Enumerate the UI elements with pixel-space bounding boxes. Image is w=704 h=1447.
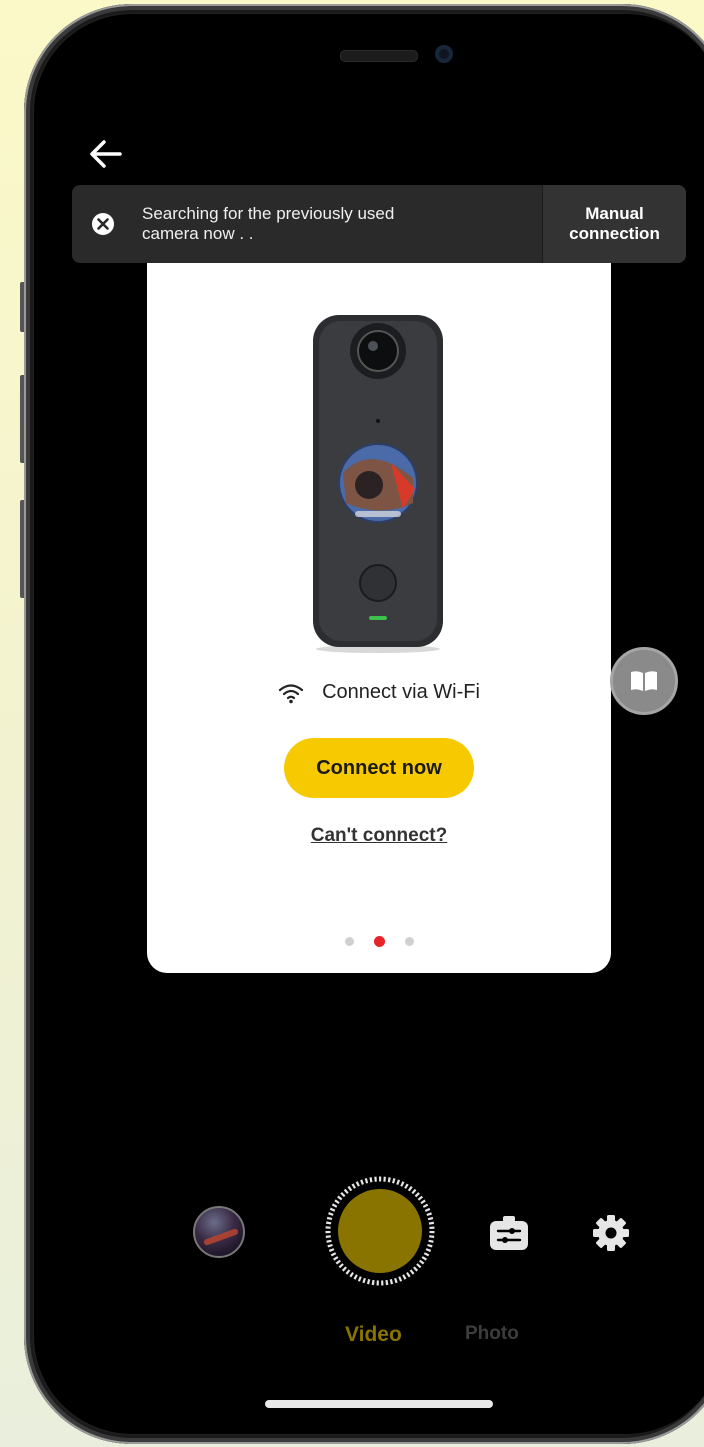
shutter-button[interactable]: [325, 1176, 435, 1286]
wifi-icon: [278, 683, 304, 703]
book-icon: [631, 671, 657, 691]
connect-now-button[interactable]: Connect now: [284, 738, 474, 798]
wifi-row: Connect via Wi-Fi: [147, 681, 611, 704]
speaker-grille: [340, 50, 418, 62]
front-camera: [435, 45, 453, 63]
page-dot[interactable]: [404, 937, 414, 946]
page-dot-active[interactable]: [373, 936, 385, 947]
page-dot[interactable]: [344, 937, 354, 946]
thumbnail-image-detail: [203, 1228, 239, 1246]
page-indicator: [147, 936, 611, 947]
guide-button[interactable]: [610, 647, 678, 715]
wifi-label: Connect via Wi-Fi: [322, 681, 480, 703]
banner-message: Searching for the previously used camera…: [142, 204, 395, 243]
search-banner: Searching for the previously used camera…: [72, 185, 686, 263]
manual-connection-button[interactable]: Manual connection: [543, 185, 686, 263]
gallery-thumbnail[interactable]: [193, 1206, 245, 1258]
gear-icon[interactable]: [590, 1212, 632, 1254]
sliders-icon[interactable]: [488, 1215, 530, 1251]
camera-image: [313, 315, 443, 653]
arrow-left-icon[interactable]: [86, 134, 126, 174]
connect-card: Connect via Wi-Fi Connect now Can't conn…: [147, 263, 611, 973]
tab-photo[interactable]: Photo: [465, 1323, 519, 1345]
home-indicator[interactable]: [265, 1400, 493, 1408]
manual-connection-label-line1: Manual: [585, 204, 644, 223]
cant-connect-link[interactable]: Can't connect?: [147, 825, 611, 847]
close-circle-icon[interactable]: [90, 211, 116, 237]
manual-connection-label-line2: connection: [569, 224, 660, 243]
tab-video[interactable]: Video: [345, 1323, 402, 1347]
